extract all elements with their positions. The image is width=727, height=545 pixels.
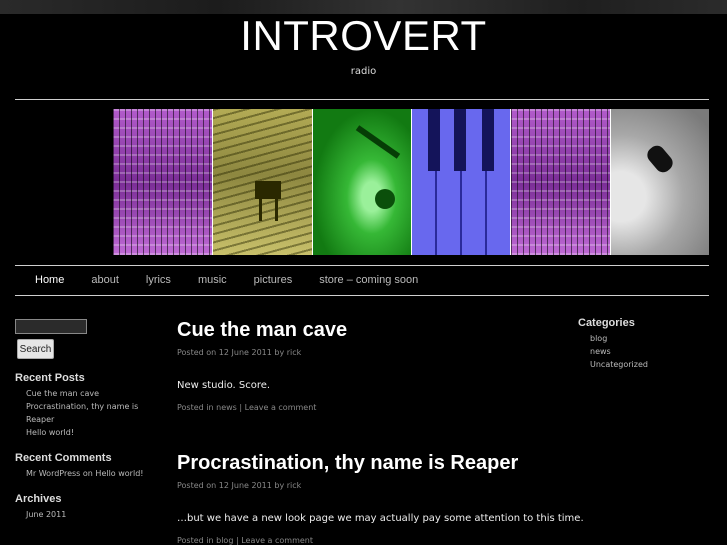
search-button[interactable]: Search [17, 339, 54, 359]
banner-panel-modular-synth-2 [511, 109, 611, 255]
meta-by: by [274, 348, 285, 357]
banner-panel-modular-synth [113, 109, 213, 255]
recent-posts-list: Cue the man cave Procrastination, thy na… [15, 387, 155, 439]
post-category-link[interactable]: news [216, 403, 237, 412]
black-key [482, 109, 494, 171]
piano-leg [275, 199, 278, 221]
nav-item-home[interactable]: Home [35, 266, 64, 294]
footer-label: Posted in [177, 403, 214, 412]
post-footer: Posted in blog | Leave a comment [177, 536, 313, 545]
meta-label: Posted on [177, 481, 217, 490]
comment-post-link[interactable]: Hello world! [95, 469, 143, 478]
recent-post-link[interactable]: Hello world! [26, 426, 155, 439]
categories-list: blog news Uncategorized [578, 332, 708, 371]
footer-separator: | [235, 536, 239, 545]
post-author-link[interactable]: rick [287, 481, 302, 490]
archives-list: June 2011 [15, 508, 155, 521]
category-link[interactable]: blog [590, 332, 708, 345]
recent-post-link[interactable]: Procrastination, thy name is [26, 400, 155, 413]
black-key [428, 109, 440, 171]
black-key [454, 109, 466, 171]
archives-title: Archives [15, 493, 62, 505]
piano-shape [255, 181, 281, 199]
meta-label: Posted on [177, 348, 217, 357]
site-description: radio [350, 66, 377, 77]
recent-post-link-cont[interactable]: Reaper [26, 413, 155, 426]
nav-item-pictures[interactable]: pictures [254, 266, 293, 294]
site-title[interactable]: INTROVERT [0, 12, 727, 60]
post-date-link[interactable]: 12 June 2011 [219, 348, 272, 357]
main-navigation: Home about lyrics music pictures store –… [15, 266, 445, 294]
recent-comments-title: Recent Comments [15, 452, 112, 464]
category-link[interactable]: Uncategorized [590, 358, 708, 371]
mic-stand [355, 125, 401, 159]
categories-title: Categories [578, 317, 635, 329]
header-banner [113, 109, 709, 255]
footer-label: Posted in [177, 536, 214, 545]
post-title[interactable]: Cue the man cave [177, 319, 347, 342]
search-input[interactable] [15, 319, 87, 334]
banner-panel-tonearm [611, 109, 709, 255]
recent-comments-list: Mr WordPress on Hello world! [15, 467, 155, 480]
comment-on-text: on [82, 469, 93, 478]
piano-leg [259, 199, 262, 221]
mic-head [375, 189, 395, 209]
nav-item-lyrics[interactable]: lyrics [146, 266, 171, 294]
post-author-link[interactable]: rick [287, 348, 302, 357]
left-sidebar: Search Recent Posts Cue the man cave Pro… [15, 319, 155, 521]
post-content: …but we have a new look page we may actu… [177, 513, 584, 524]
nav-item-store[interactable]: store – coming soon [319, 266, 418, 294]
header-divider-top [15, 99, 709, 100]
banner-panel-concert-hall [213, 109, 313, 255]
recent-posts-title: Recent Posts [15, 372, 85, 384]
nav-divider [15, 295, 709, 296]
banner-panel-microphone [313, 109, 412, 255]
archive-link[interactable]: June 2011 [26, 508, 155, 521]
post-date-link[interactable]: 12 June 2011 [219, 481, 272, 490]
recent-post-link[interactable]: Cue the man cave [26, 387, 155, 400]
category-link[interactable]: news [590, 345, 708, 358]
nav-item-about[interactable]: about [91, 266, 119, 294]
post-meta: Posted on 12 June 2011 by rick [177, 348, 301, 357]
recent-comment-item: Mr WordPress on Hello world! [26, 467, 155, 480]
tonearm-cartridge [644, 142, 676, 176]
banner-panel-piano-keys [412, 109, 511, 255]
post-title[interactable]: Procrastination, thy name is Reaper [177, 452, 518, 475]
post-footer: Posted in news | Leave a comment [177, 403, 316, 412]
post-category-link[interactable]: blog [216, 536, 233, 545]
nav-item-music[interactable]: music [198, 266, 227, 294]
footer-separator: | [239, 403, 243, 412]
right-sidebar: Categories blog news Uncategorized [578, 317, 708, 371]
comment-author-link[interactable]: Mr WordPress [26, 469, 80, 478]
leave-comment-link[interactable]: Leave a comment [245, 403, 317, 412]
leave-comment-link[interactable]: Leave a comment [241, 536, 313, 545]
post-content: New studio. Score. [177, 380, 271, 391]
post-meta: Posted on 12 June 2011 by rick [177, 481, 301, 490]
meta-by: by [274, 481, 285, 490]
